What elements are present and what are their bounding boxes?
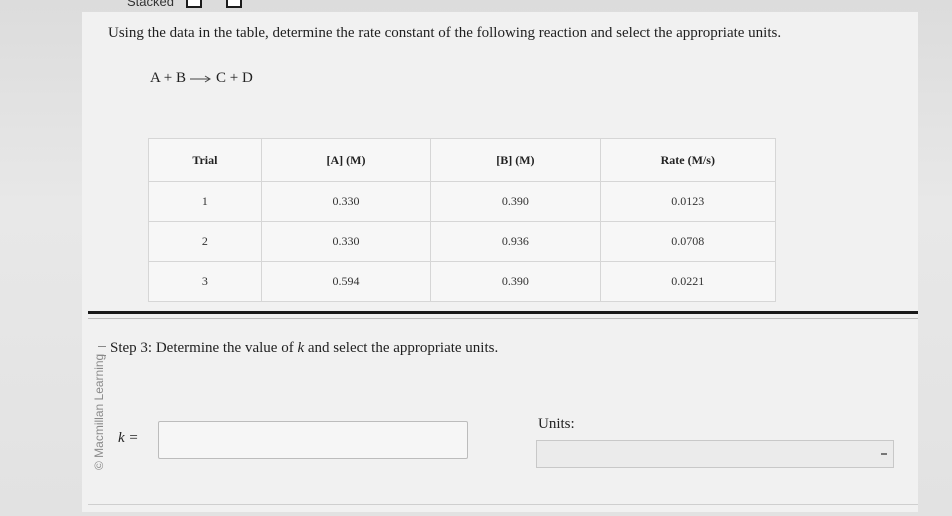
reactants: A + B: [150, 70, 186, 86]
reaction-arrow-icon: [189, 74, 212, 84]
k-label: k =: [118, 430, 139, 446]
question-prompt: Using the data in the table, determine t…: [108, 25, 782, 41]
column-header: [B] (M): [430, 138, 601, 182]
units-label: Units:: [538, 416, 575, 432]
stacked-tab-label[interactable]: Stacked: [127, 0, 174, 9]
products: C + D: [215, 70, 253, 86]
table-cell: 0.0221: [599, 261, 777, 302]
table-cell: 3: [148, 261, 262, 302]
units-select[interactable]: [536, 440, 894, 468]
table-cell: 0.0708: [599, 221, 777, 262]
step-text-prefix: Step 3: Determine the value of: [110, 340, 298, 356]
rate-data-table: Trial [A] (M) [B] (M) Rate (M/s) 1 0.330…: [148, 138, 777, 302]
step-3-instruction: Step 3: Determine the value of k and sel…: [110, 340, 498, 357]
table-cell: 1: [148, 181, 262, 222]
table-cell: 0.594: [260, 261, 432, 302]
table-cell: 0.390: [430, 261, 601, 302]
table-cell: 0.330: [260, 221, 432, 262]
table-row: 3 0.594 0.390 0.0221: [148, 261, 777, 302]
table-cell: 0.936: [430, 221, 601, 262]
k-input[interactable]: [158, 421, 468, 459]
stacked-view-button[interactable]: [186, 0, 202, 8]
step-text-suffix: and select the appropriate units.: [304, 340, 499, 356]
section-divider: [88, 311, 918, 314]
page: Stacked Using the data in the table, det…: [0, 0, 952, 516]
table-cell: 0.0123: [599, 181, 777, 222]
section-divider-shadow: [88, 318, 918, 319]
table-cell: 0.330: [260, 181, 432, 222]
table-cell: 0.390: [430, 181, 601, 222]
table-row: 1 0.330 0.390 0.0123: [148, 181, 777, 222]
table-header-row: Trial [A] (M) [B] (M) Rate (M/s): [148, 138, 777, 182]
alternate-view-button[interactable]: [226, 0, 242, 8]
macmillan-credit: © Macmillan Learning: [92, 353, 106, 470]
reaction-equation: A + B C + D: [150, 70, 253, 87]
column-header: [A] (M): [260, 138, 432, 182]
chevron-down-icon: [881, 453, 887, 455]
table-cell: 2: [148, 221, 262, 262]
column-header: Trial: [148, 138, 262, 182]
table-row: 2 0.330 0.936 0.0708: [148, 221, 777, 262]
bottom-divider: [88, 504, 918, 505]
column-header: Rate (M/s): [599, 138, 777, 182]
